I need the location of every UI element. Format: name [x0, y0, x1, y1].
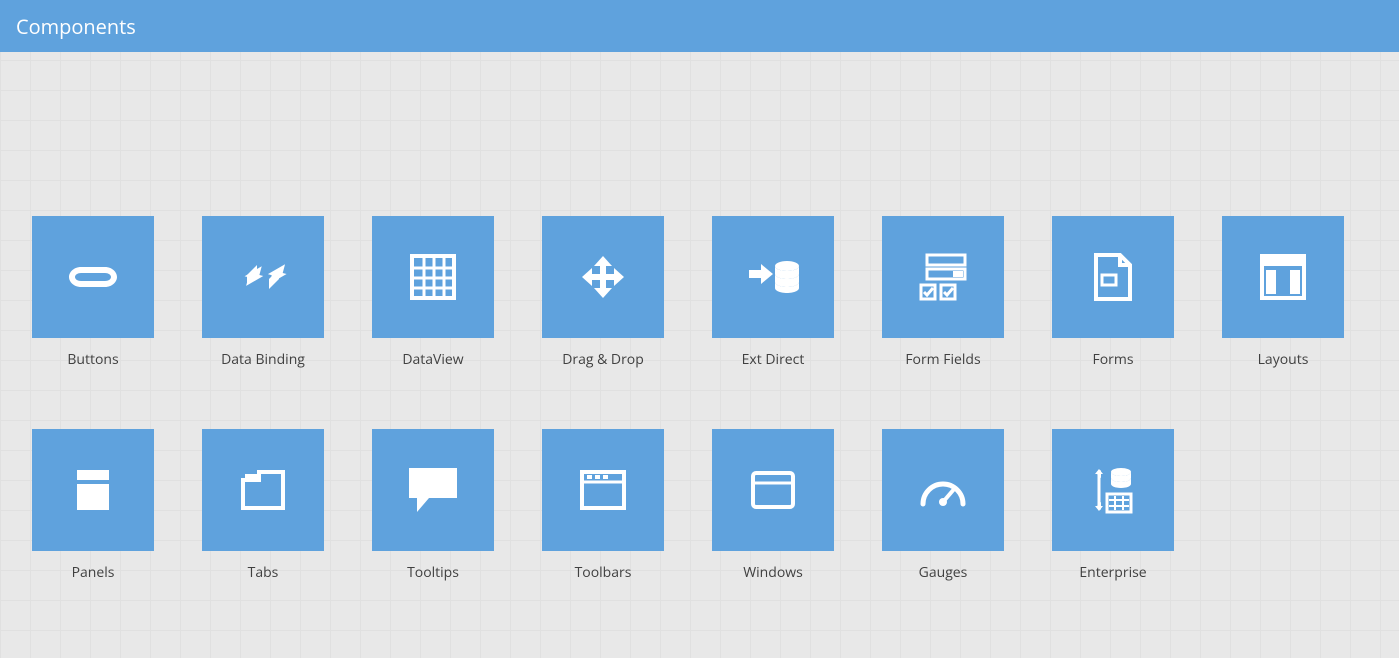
forms-icon	[1090, 251, 1136, 303]
tile-box	[1052, 429, 1174, 551]
ext-direct-icon	[743, 252, 803, 302]
tile-label: Tabs	[248, 563, 279, 582]
dataview-icon	[408, 252, 458, 302]
components-grid: Buttons Data Binding	[0, 52, 1399, 582]
tile-panels[interactable]: Panels	[32, 429, 154, 582]
tile-box	[32, 429, 154, 551]
tile-ext-direct[interactable]: Ext Direct	[712, 216, 834, 369]
tile-label: Panels	[72, 563, 115, 582]
tile-box	[882, 429, 1004, 551]
tabs-icon	[239, 468, 287, 512]
tile-box	[542, 429, 664, 551]
button-icon	[61, 245, 125, 309]
enterprise-icon	[1087, 464, 1139, 516]
tile-label: Forms	[1092, 350, 1133, 369]
tooltips-icon	[405, 464, 461, 516]
data-binding-icon	[231, 245, 295, 309]
gauges-icon	[917, 470, 969, 510]
tile-gauges[interactable]: Gauges	[882, 429, 1004, 582]
tile-label: Layouts	[1258, 350, 1309, 369]
tile-box	[1052, 216, 1174, 338]
panel-header: Components	[0, 0, 1399, 52]
tile-layouts[interactable]: Layouts	[1222, 216, 1344, 369]
tile-tabs[interactable]: Tabs	[202, 429, 324, 582]
drag-drop-icon	[578, 252, 628, 302]
tile-box	[712, 429, 834, 551]
toolbars-icon	[578, 468, 628, 512]
tile-label: Tooltips	[407, 563, 459, 582]
tile-box	[1222, 216, 1344, 338]
tile-dataview[interactable]: DataView	[372, 216, 494, 369]
tile-row: Panels Tabs Tooltips	[32, 429, 1399, 582]
panels-icon	[73, 466, 113, 514]
tile-box	[542, 216, 664, 338]
tile-box	[372, 216, 494, 338]
tile-box	[372, 429, 494, 551]
tile-label: DataView	[402, 350, 463, 369]
tile-label: Data Binding	[221, 350, 305, 369]
tile-label: Toolbars	[575, 563, 632, 582]
tile-buttons[interactable]: Buttons	[32, 216, 154, 369]
tile-label: Buttons	[67, 350, 118, 369]
tile-form-fields[interactable]: Form Fields	[882, 216, 1004, 369]
form-fields-icon	[915, 249, 971, 305]
layouts-icon	[1258, 252, 1308, 302]
tile-label: Windows	[743, 563, 803, 582]
tile-tooltips[interactable]: Tooltips	[372, 429, 494, 582]
windows-icon	[749, 469, 797, 511]
panel-title: Components	[16, 13, 136, 40]
tile-box	[32, 216, 154, 338]
tile-label: Drag & Drop	[562, 350, 644, 369]
tile-windows[interactable]: Windows	[712, 429, 834, 582]
tile-box	[202, 216, 324, 338]
tile-box	[882, 216, 1004, 338]
tile-data-binding[interactable]: Data Binding	[202, 216, 324, 369]
tile-label: Gauges	[919, 563, 968, 582]
tile-label: Enterprise	[1079, 563, 1146, 582]
tile-row: Buttons Data Binding	[32, 216, 1399, 369]
tile-toolbars[interactable]: Toolbars	[542, 429, 664, 582]
tile-drag-drop[interactable]: Drag & Drop	[542, 216, 664, 369]
tile-forms[interactable]: Forms	[1052, 216, 1174, 369]
tile-label: Ext Direct	[742, 350, 805, 369]
tile-box	[712, 216, 834, 338]
tile-label: Form Fields	[905, 350, 980, 369]
tile-enterprise[interactable]: Enterprise	[1052, 429, 1174, 582]
tile-box	[202, 429, 324, 551]
